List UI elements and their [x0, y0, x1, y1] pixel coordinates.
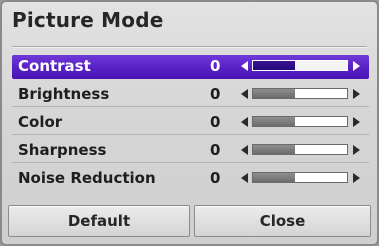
setting-value: 0 — [210, 57, 221, 75]
setting-value: 0 — [210, 85, 221, 103]
triangle-right-icon[interactable] — [353, 89, 360, 99]
triangle-right-icon[interactable] — [353, 145, 360, 155]
setting-value: 0 — [210, 113, 221, 131]
triangle-right-icon[interactable] — [353, 61, 360, 71]
level-slider[interactable] — [252, 116, 348, 127]
triangle-left-icon[interactable] — [241, 145, 248, 155]
level-slider[interactable] — [252, 172, 348, 183]
level-fill — [253, 89, 296, 98]
level-fill — [253, 173, 296, 182]
level-slider[interactable] — [252, 88, 348, 99]
level-slider[interactable] — [252, 60, 348, 71]
dialog-buttons: Default Close — [8, 205, 371, 237]
dialog-title: Picture Mode — [12, 8, 164, 32]
setting-label: Color — [18, 113, 63, 131]
level-slider[interactable] — [252, 144, 348, 155]
triangle-right-icon[interactable] — [353, 117, 360, 127]
settings-list: Contrast 0 Brightness 0 Color 0 Sharpnes… — [12, 55, 369, 195]
setting-label: Sharpness — [18, 141, 107, 159]
setting-label: Contrast — [18, 57, 91, 75]
setting-row-noise-reduction[interactable]: Noise Reduction 0 — [12, 167, 369, 191]
close-button[interactable]: Close — [194, 205, 371, 237]
setting-row-contrast[interactable]: Contrast 0 — [12, 55, 369, 79]
triangle-left-icon[interactable] — [241, 173, 248, 183]
setting-label: Brightness — [18, 85, 110, 103]
setting-row-brightness[interactable]: Brightness 0 — [12, 83, 369, 107]
level-fill — [253, 61, 296, 70]
default-button[interactable]: Default — [8, 205, 190, 237]
level-fill — [253, 117, 296, 126]
triangle-left-icon[interactable] — [241, 117, 248, 127]
level-fill — [253, 145, 296, 154]
setting-label: Noise Reduction — [18, 169, 156, 187]
triangle-left-icon[interactable] — [241, 89, 248, 99]
triangle-right-icon[interactable] — [353, 173, 360, 183]
title-divider — [12, 46, 367, 47]
setting-value: 0 — [210, 141, 221, 159]
triangle-left-icon[interactable] — [241, 61, 248, 71]
setting-row-sharpness[interactable]: Sharpness 0 — [12, 139, 369, 163]
setting-row-color[interactable]: Color 0 — [12, 111, 369, 135]
setting-value: 0 — [210, 169, 221, 187]
picture-mode-dialog: Picture Mode Contrast 0 Brightness 0 Col… — [0, 0, 379, 246]
